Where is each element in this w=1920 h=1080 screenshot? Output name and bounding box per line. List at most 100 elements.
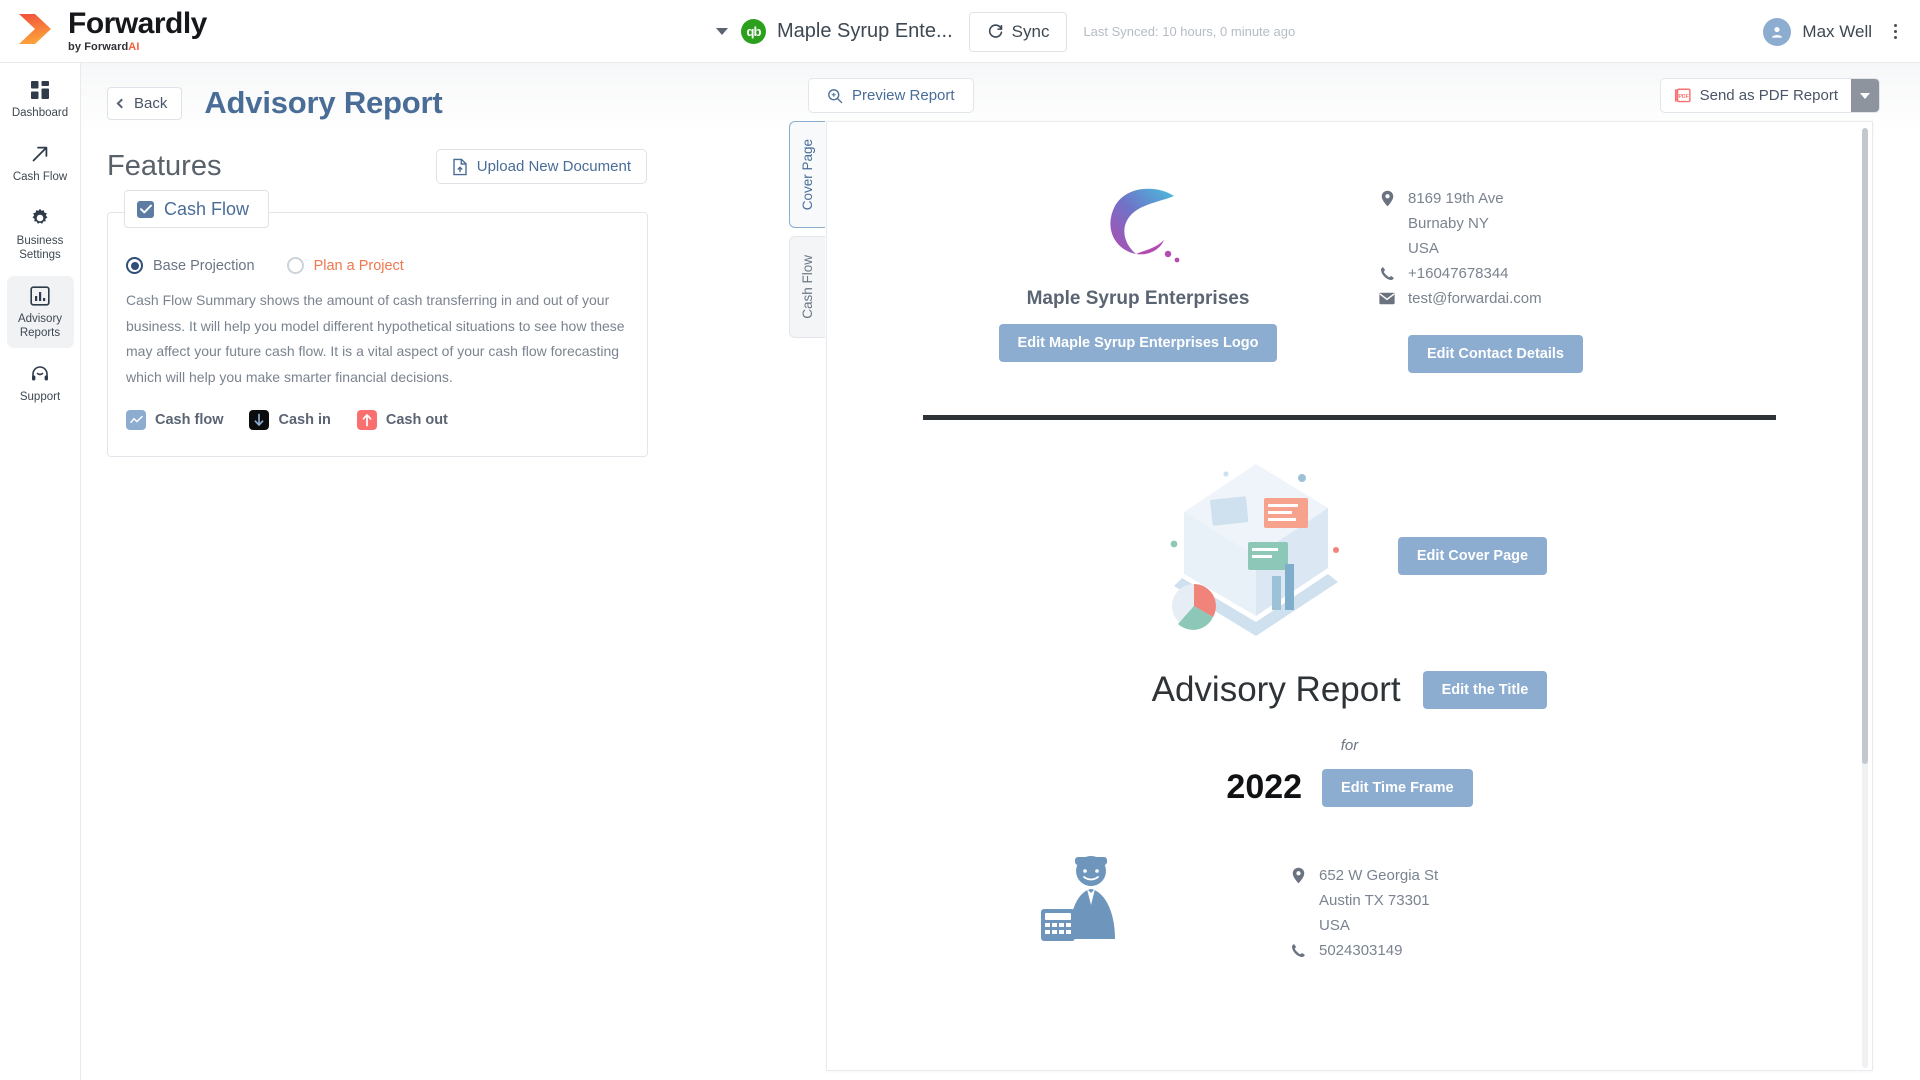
pdf-file-icon: PDF [1674,87,1691,104]
radio-plan-a-project[interactable]: Plan a Project [286,257,404,274]
edit-cover-page-button[interactable]: Edit Cover Page [1397,537,1548,575]
sidebar-item-business-settings[interactable]: Business Settings [7,198,74,270]
sidebar-item-dashboard[interactable]: Dashboard [7,70,74,128]
tag-label: Cash out [385,412,448,428]
arrow-up-right-icon [30,143,50,165]
location-pin-icon [1376,190,1398,207]
document-upload-icon [452,158,468,176]
edit-the-title-button[interactable]: Edit the Title [1422,671,1548,709]
radio-base-projection[interactable]: Base Projection [126,257,255,274]
phone-number: +16047678344 [1408,265,1509,282]
tag-label: Cash in [278,412,331,428]
address-line: Burnaby NY [1376,215,1776,232]
checkmark-icon[interactable] [137,200,154,218]
chevron-down-icon[interactable] [1851,79,1879,112]
upload-label: Upload New Document [476,158,631,175]
address-line: Austin TX 73301 [1287,892,1438,909]
tag-cash-out: Cash out [356,410,448,430]
bar-chart-icon [30,285,50,307]
brand-logo[interactable]: Forwardly by ForwardAI [17,9,207,53]
preview-report-label: Preview Report [852,87,955,104]
chevron-down-icon[interactable] [716,28,728,35]
upload-new-document-button[interactable]: Upload New Document [435,149,647,184]
address-line: USA [1287,917,1438,934]
brand-name: Forwardly [68,7,207,40]
top-navigation-bar: Forwardly by ForwardAI qb Maple Syrup En… [0,0,1920,63]
back-label: Back [134,94,168,112]
tab-cover-page[interactable]: Cover Page [789,121,825,228]
cash-flow-label: Cash Flow [164,198,250,219]
arrow-up-icon [356,410,377,430]
features-pane: Back Advisory Report Features Upload New… [81,63,781,1080]
for-label: for [1340,737,1359,754]
quickbooks-badge-icon: qb [741,19,766,44]
sidebar-item-support[interactable]: Support [7,354,74,412]
tag-cash-in: Cash in [249,410,331,430]
document-company-title: Maple Syrup Enterprises [1026,288,1250,309]
sidebar-label: Cash Flow [12,171,68,183]
address-line-1: 8169 19th Ave [1408,190,1504,207]
company-selector-group: qb Maple Syrup Ente... Sync Last Synced:… [716,0,1295,63]
address-line: 8169 19th Ave [1376,190,1776,207]
headset-icon [30,363,50,385]
user-name[interactable]: Max Well [1802,22,1872,42]
cover-header-section: Maple Syrup Enterprises Edit Maple Syrup… [827,122,1872,373]
phone-number: 5024303149 [1319,942,1403,959]
kebab-menu-icon[interactable] [1886,21,1904,43]
brand-tagline: by ForwardAI [68,41,140,53]
features-heading: Features [107,150,222,182]
cover-illustration-row: Edit Cover Page [827,456,1872,656]
report-year-row: 2022 Edit Time Frame [827,768,1872,807]
phone-icon [1287,943,1309,958]
radio-indicator[interactable] [286,257,304,274]
back-button[interactable]: Back [107,86,183,120]
last-synced-status: Last Synced: 10 hours, 0 minute ago [1083,24,1296,39]
cash-flow-toggle[interactable]: Cash Flow [124,190,270,228]
address-line-3: USA [1408,240,1439,257]
accountant-section: 652 W Georgia St Austin TX 73301 USA 502… [827,807,1872,967]
radio-label: Plan a Project [313,257,404,274]
svg-text:PDF: PDF [1678,94,1688,100]
cover-body-section: Edit Cover Page Advisory Report Edit the… [827,420,1872,807]
chevron-forward-logo-icon [17,12,59,46]
refresh-icon [987,23,1004,40]
email-address: test@forwardai.com [1408,290,1542,307]
phone-line: 5024303149 [1287,942,1438,959]
edit-logo-button[interactable]: Edit Maple Syrup Enterprises Logo [998,324,1278,362]
tab-cash-flow[interactable]: Cash Flow [789,236,825,338]
cash-flow-feature-card: Cash Flow Base Projection Plan a Project… [107,190,648,457]
report-preview-pane: Preview Report PDF Send as PDF Report Co… [781,63,1920,1080]
address-line: 652 W Georgia St [1287,867,1438,884]
company-name[interactable]: Maple Syrup Ente... [777,20,953,43]
cash-flow-tag-list: Cash flow Cash in Cash out [126,410,629,430]
sidebar-label: Business Settings [16,235,64,261]
features-header-row: Features Upload New Document [107,149,647,184]
report-title-row: Advisory Report Edit the Title [827,670,1872,710]
radio-label: Base Projection [153,257,255,274]
edit-time-frame-button[interactable]: Edit Time Frame [1322,768,1473,807]
edit-contact-details-button[interactable]: Edit Contact Details [1408,335,1583,373]
sidebar-label: Advisory Reports [17,313,63,339]
tab-label: Cash Flow [800,255,815,319]
send-pdf-label: Send as PDF Report [1699,87,1838,104]
arrow-down-icon [249,410,270,430]
sidebar-label: Support [19,391,61,403]
projection-mode-radio-group: Base Projection Plan a Project [126,257,629,274]
sync-button[interactable]: Sync [968,11,1068,52]
sidebar-item-advisory-reports[interactable]: Advisory Reports [6,276,74,348]
radio-indicator[interactable] [126,257,143,274]
company-logo-block: Maple Syrup Enterprises Edit Maple Syrup… [923,180,1353,373]
address-line-3: USA [1319,917,1350,934]
sidebar-item-cash-flow[interactable]: Cash Flow [7,134,74,192]
report-title: Advisory Report [1151,670,1401,709]
send-as-pdf-report-button[interactable]: PDF Send as PDF Report [1659,78,1880,113]
preview-report-button[interactable]: Preview Report [808,78,974,113]
envelope-icon [1376,292,1398,305]
chevron-left-icon [116,98,127,108]
email-line: test@forwardai.com [1376,290,1776,307]
address-line-1: 652 W Georgia St [1319,867,1439,884]
user-avatar-icon[interactable] [1763,17,1792,46]
phone-icon [1376,266,1398,281]
feature-description: Cash Flow Summary shows the amount of ca… [126,292,625,385]
page-title: Advisory Report [204,85,443,120]
